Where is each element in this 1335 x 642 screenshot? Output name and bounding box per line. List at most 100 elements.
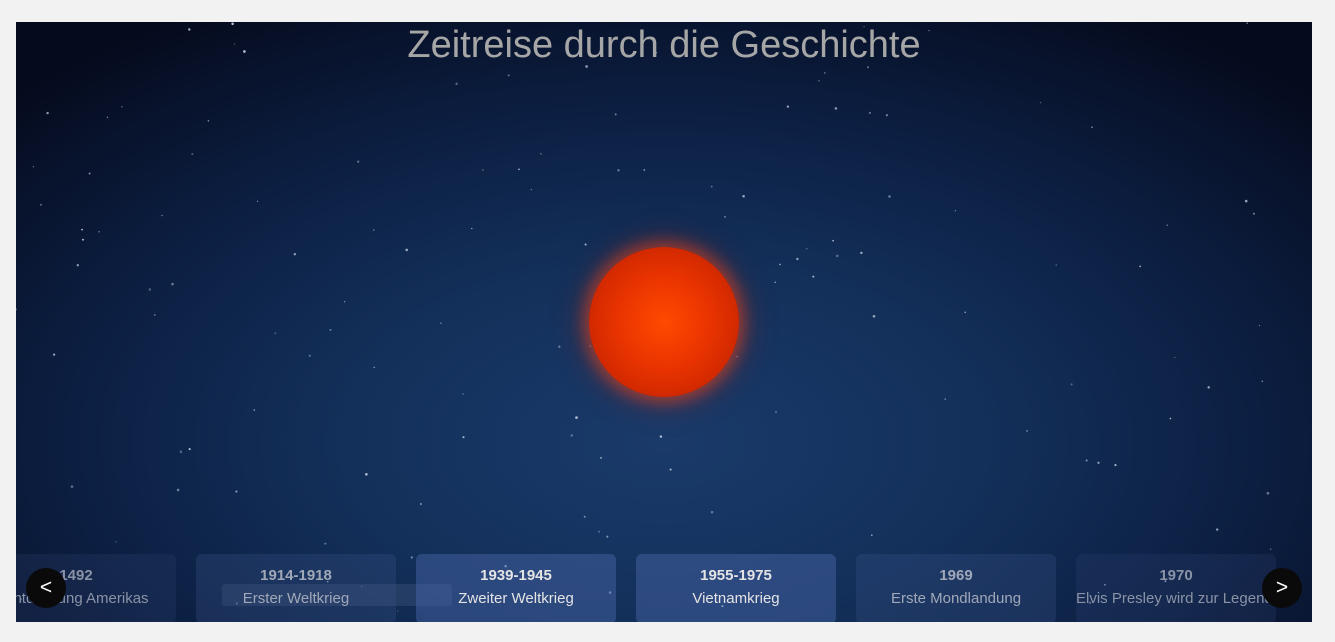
star [106, 116, 109, 118]
star [736, 355, 738, 358]
timeline-card-1970[interactable]: 1970 Elvis Presley wird zur Legende [1076, 554, 1276, 622]
star [643, 168, 646, 171]
star [308, 354, 311, 357]
event-year: 1914-1918 [260, 567, 332, 584]
star [207, 119, 210, 122]
star [558, 345, 561, 348]
event-label: Vietnamkrieg [692, 590, 780, 607]
timeline-track: 1492 Entdeckung Amerikas 1914-1918 Erste… [16, 554, 1312, 622]
star [871, 534, 873, 536]
star [235, 490, 238, 493]
star [274, 332, 277, 335]
star [115, 541, 117, 543]
timeline-card-1939-1945[interactable]: 1939-1945 Zweiter Weltkrieg [416, 554, 616, 622]
star [832, 239, 834, 242]
star [70, 485, 74, 488]
star [1269, 548, 1272, 550]
star [868, 111, 872, 115]
star [507, 74, 510, 77]
star [888, 195, 891, 198]
star [1207, 386, 1210, 389]
star [885, 114, 888, 117]
star [76, 264, 79, 267]
star [82, 238, 84, 241]
star [710, 510, 714, 514]
event-year: 1955-1975 [700, 567, 772, 584]
timeline-card-1969[interactable]: 1969 Erste Mondlandung [856, 554, 1056, 622]
star [98, 231, 100, 233]
star [583, 515, 586, 518]
star [669, 468, 672, 471]
next-button[interactable]: > [1262, 568, 1302, 608]
star [710, 185, 713, 188]
star [1258, 324, 1261, 327]
star [812, 275, 815, 278]
star [46, 111, 49, 115]
star [774, 281, 776, 283]
event-year: 1969 [939, 567, 973, 584]
star [539, 152, 542, 155]
star [176, 488, 180, 492]
star [161, 214, 163, 217]
timeline-card-1914-1918[interactable]: 1914-1918 Erster Weltkrieg [196, 554, 396, 622]
star [373, 366, 375, 369]
star [600, 457, 602, 459]
star [872, 314, 876, 318]
star [324, 542, 327, 545]
star [724, 216, 726, 218]
star [32, 166, 35, 168]
star [775, 410, 777, 413]
star [1026, 430, 1028, 432]
star [357, 160, 360, 163]
star [518, 168, 520, 171]
star [1266, 491, 1270, 495]
star [1114, 464, 1117, 467]
star [589, 345, 591, 347]
event-year: 1970 [1159, 567, 1193, 584]
star [88, 172, 91, 175]
star [39, 203, 43, 206]
star [191, 153, 194, 156]
star [121, 106, 123, 108]
star [148, 288, 152, 291]
star [365, 473, 368, 476]
star [835, 254, 839, 258]
prev-button[interactable]: < [26, 568, 66, 608]
star [806, 248, 808, 250]
star [16, 308, 18, 311]
star [171, 282, 174, 286]
star [1174, 356, 1176, 359]
star [575, 416, 578, 419]
event-year: 1939-1945 [480, 567, 552, 584]
star [659, 435, 663, 438]
star [964, 311, 966, 314]
star [329, 328, 332, 331]
star [796, 257, 799, 261]
star [742, 195, 745, 198]
star [1139, 265, 1142, 268]
star [1244, 199, 1248, 203]
star [1216, 528, 1219, 531]
star [372, 229, 375, 231]
event-label: Erster Weltkrieg [242, 590, 350, 607]
star [1097, 461, 1100, 464]
star [343, 301, 346, 303]
star [834, 107, 838, 110]
star [584, 243, 587, 246]
star [1055, 264, 1057, 266]
star [1085, 459, 1088, 462]
star [1166, 224, 1168, 226]
star [482, 169, 484, 171]
timeline-scene: Zeitreise durch die Geschichte 1492 Entd… [16, 22, 1312, 622]
star [570, 434, 574, 437]
star [1039, 101, 1042, 104]
star [617, 169, 620, 172]
timeline-card-1955-1975[interactable]: 1955-1975 Vietnamkrieg [636, 554, 836, 622]
star [606, 535, 609, 538]
star [405, 248, 409, 252]
star [419, 503, 422, 505]
star [293, 253, 296, 256]
star [256, 200, 259, 203]
star [52, 353, 56, 356]
event-label: Erste Mondlandung [890, 590, 1022, 607]
